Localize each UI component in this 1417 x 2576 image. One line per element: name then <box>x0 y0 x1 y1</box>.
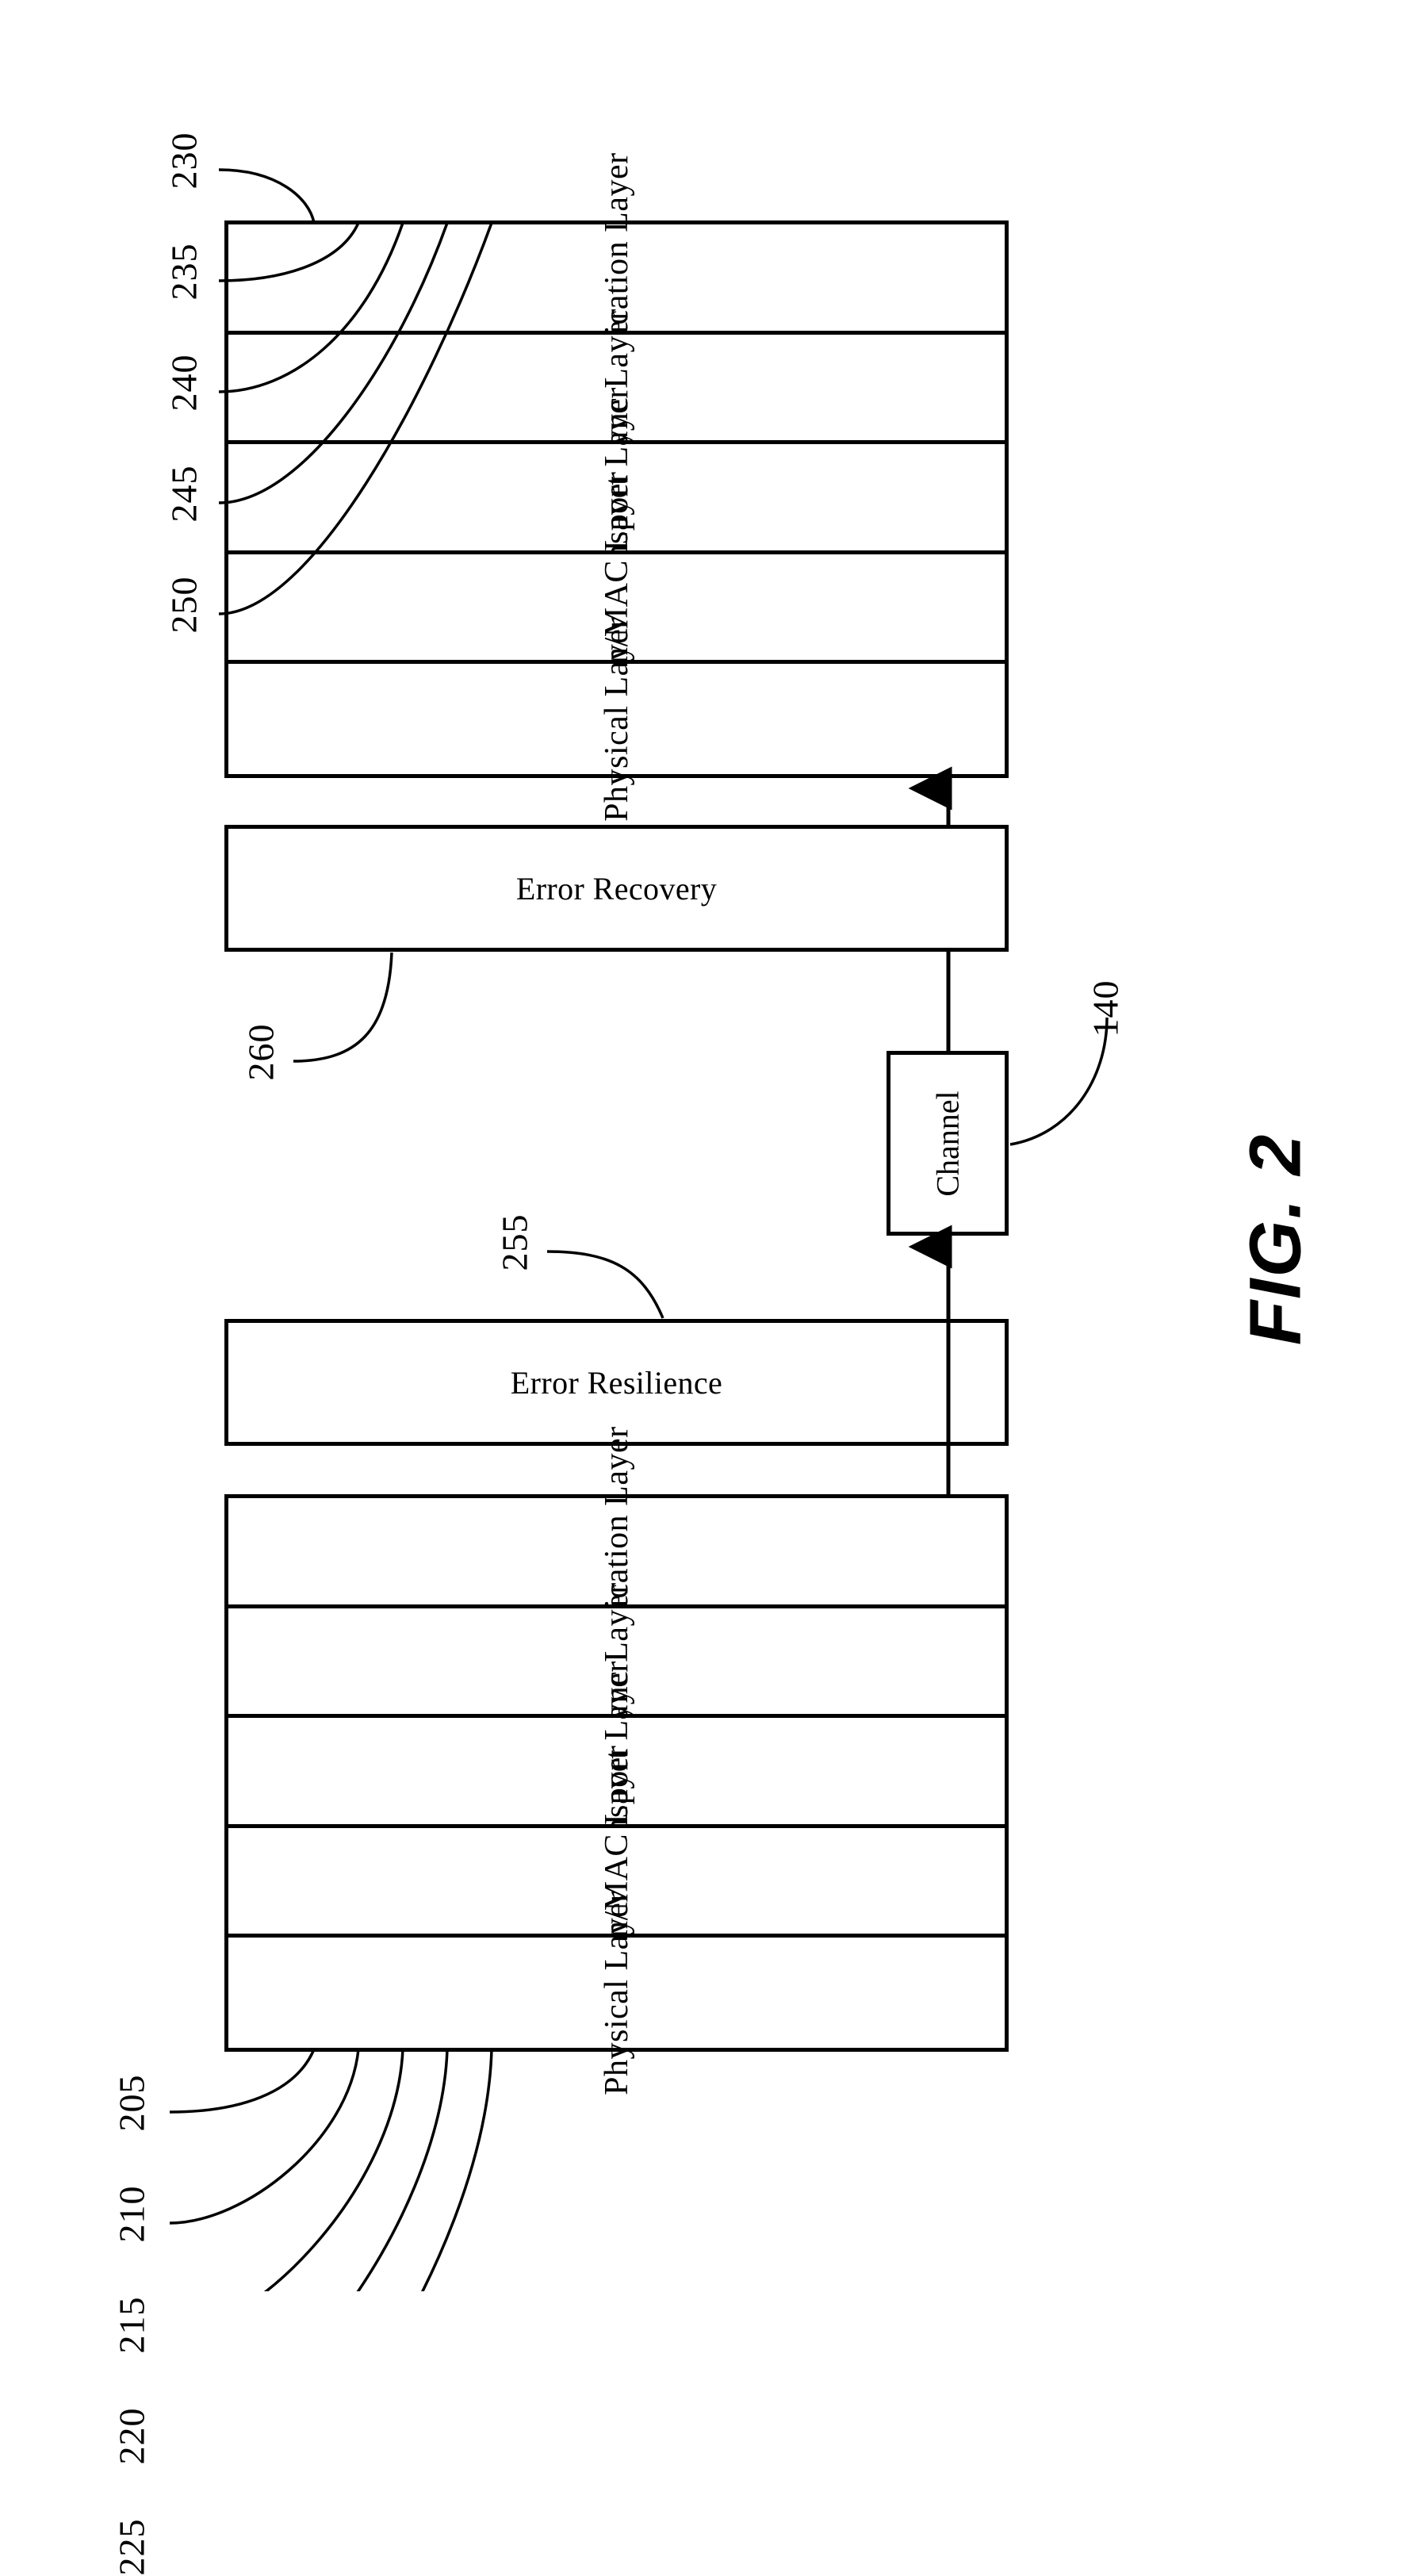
ref-numeral-220: 220 <box>111 2407 152 2465</box>
error-recovery-label: Error Recovery <box>515 870 718 907</box>
leader-260 <box>293 952 393 1063</box>
ref-numeral-250: 250 <box>163 576 205 634</box>
ref-numeral-240: 240 <box>163 354 205 412</box>
ref-numeral-225: 225 <box>111 2518 152 2576</box>
receiver-protocol-stack: Application Layer Sync Layer Transport L… <box>224 152 1009 822</box>
transmitter-protocol-stack: Application Layer Sync Layer Transport L… <box>224 1426 1009 2095</box>
ref-numeral-140: 140 <box>1085 979 1126 1037</box>
ref-numeral-210: 210 <box>111 2185 152 2243</box>
leader-230 <box>218 168 316 224</box>
leader-255 <box>546 1250 664 1319</box>
receiver-layer-physical-label: Physical Layer <box>598 616 635 822</box>
patent-figure: Application Layer Sync Layer Transport L… <box>0 0 1417 2576</box>
ref-numeral-235: 235 <box>163 243 205 301</box>
ref-numeral-230: 230 <box>163 132 205 190</box>
transmitter-layer-physical-label: Physical Layer <box>598 1890 635 2095</box>
ref-numeral-245: 245 <box>163 465 205 523</box>
ref-numeral-215: 215 <box>111 2296 152 2354</box>
leader-225 <box>420 2049 493 2291</box>
receiver-layer-physical: Physical Layer <box>228 617 1005 822</box>
ref-numeral-260: 260 <box>240 1023 281 1081</box>
ref-numeral-255: 255 <box>494 1213 535 1271</box>
leader-215 <box>263 2049 404 2291</box>
channel-label: Channel <box>929 1090 966 1197</box>
error-recovery-box: Error Recovery <box>224 825 1009 952</box>
leader-205 <box>169 2049 316 2114</box>
figure-caption: FIG. 2 <box>1235 1133 1316 1346</box>
error-resilience-label: Error Resilience <box>510 1364 723 1401</box>
ref-numeral-205: 205 <box>111 2074 152 2132</box>
transmitter-layer-physical: Physical Layer <box>228 1891 1005 2095</box>
leader-210 <box>169 2049 360 2225</box>
channel-box: Channel <box>887 1051 1009 1236</box>
leader-220 <box>356 2049 449 2291</box>
